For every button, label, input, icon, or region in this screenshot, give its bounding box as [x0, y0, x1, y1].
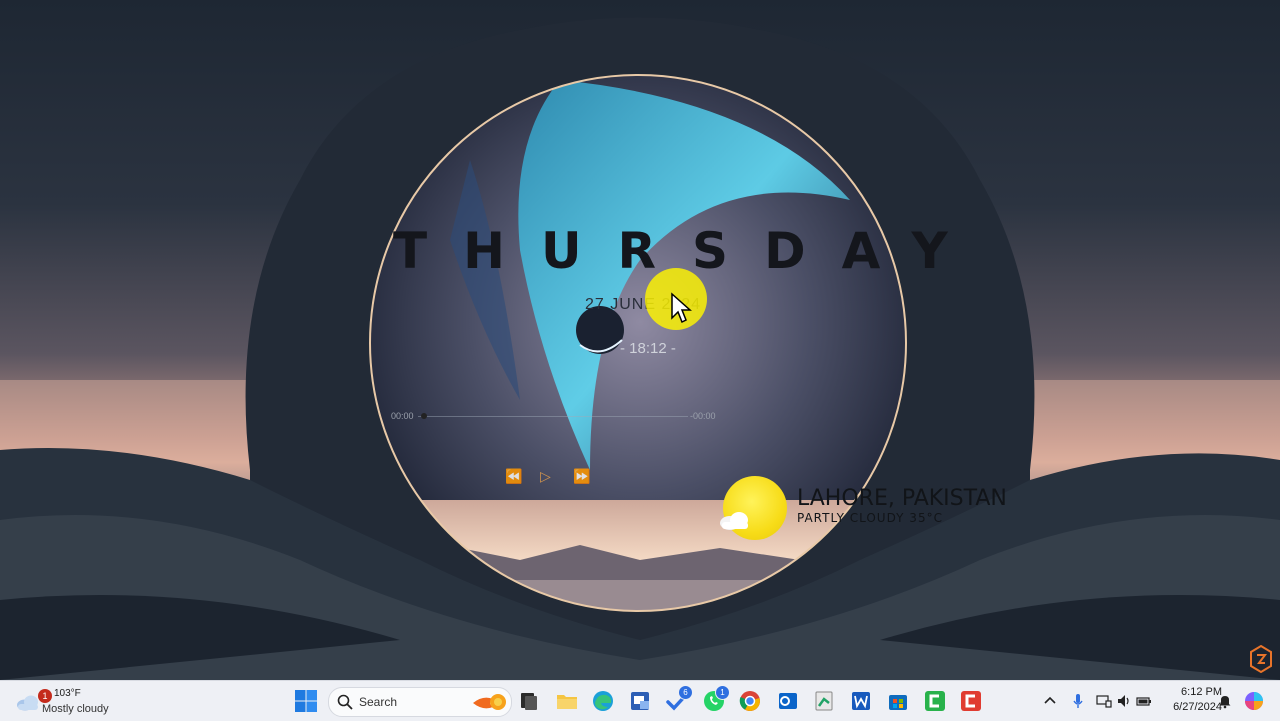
task-view-icon[interactable] [517, 689, 541, 713]
weather-city-label: LAHORE, PAKISTAN [797, 486, 1007, 511]
channel-logo-icon [1250, 645, 1272, 673]
time-label: - 18:12 - [620, 340, 676, 357]
weather-condition: Mostly cloudy [42, 703, 109, 715]
todo-notification-badge: 6 [678, 685, 693, 700]
search-icon [337, 694, 353, 710]
taskbar-search-box[interactable]: Search [328, 687, 512, 717]
notification-bell-icon[interactable] [1217, 693, 1233, 709]
microphone-icon[interactable] [1070, 693, 1086, 709]
media-remaining-time: -00:00 [690, 411, 716, 421]
edge-browser-icon[interactable] [591, 689, 615, 713]
camtasia-red-icon[interactable] [959, 689, 983, 713]
media-progress-handle[interactable] [421, 413, 427, 419]
network-icon[interactable] [1096, 693, 1112, 709]
whatsapp-notification-badge: 1 [715, 685, 730, 700]
taskbar-weather-widget[interactable]: 1 103°F Mostly cloudy [12, 685, 152, 717]
copilot-icon[interactable] [1244, 691, 1264, 711]
outlook-icon[interactable] [776, 689, 800, 713]
sun-icon [723, 476, 787, 540]
microsoft-store-icon[interactable] [886, 689, 910, 713]
spreadsheet-app-icon[interactable] [812, 689, 836, 713]
clock-time[interactable]: 6:12 PM [1168, 686, 1222, 698]
play-button[interactable]: ▷ [540, 468, 551, 485]
battery-icon[interactable] [1136, 693, 1152, 709]
media-elapsed-time: 00:00 [391, 411, 414, 421]
weather-condition-label: PARTLY CLOUDY 35°C [797, 511, 943, 525]
file-explorer-icon[interactable] [555, 689, 579, 713]
cloud-icon [720, 512, 748, 530]
search-highlight-art-icon [473, 694, 506, 710]
clock-date[interactable]: 6/27/2024 [1160, 701, 1222, 713]
chevron-up-icon[interactable] [1042, 693, 1058, 709]
chrome-icon[interactable] [738, 689, 762, 713]
mouse-pointer-icon [671, 292, 692, 324]
cloud-weather-icon [17, 695, 38, 711]
outlook-classic-icon[interactable] [628, 689, 652, 713]
weather-alert-badge: 1 [38, 689, 52, 703]
volume-icon[interactable] [1116, 693, 1132, 709]
weather-temperature: 103°F [54, 688, 81, 699]
search-label: Search [359, 695, 398, 709]
windows-start-icon[interactable] [294, 689, 318, 713]
word-icon[interactable] [849, 689, 873, 713]
day-of-week-label: THURSDAY [393, 222, 984, 280]
taskbar: 1 103°F Mostly cloudy Search 6 1 6:12 PM… [0, 680, 1280, 721]
previous-track-button[interactable]: ⏪ [505, 468, 522, 485]
media-progress-track[interactable] [418, 416, 688, 417]
camtasia-green-icon[interactable] [923, 689, 947, 713]
next-track-button[interactable]: ⏩ [573, 468, 590, 485]
